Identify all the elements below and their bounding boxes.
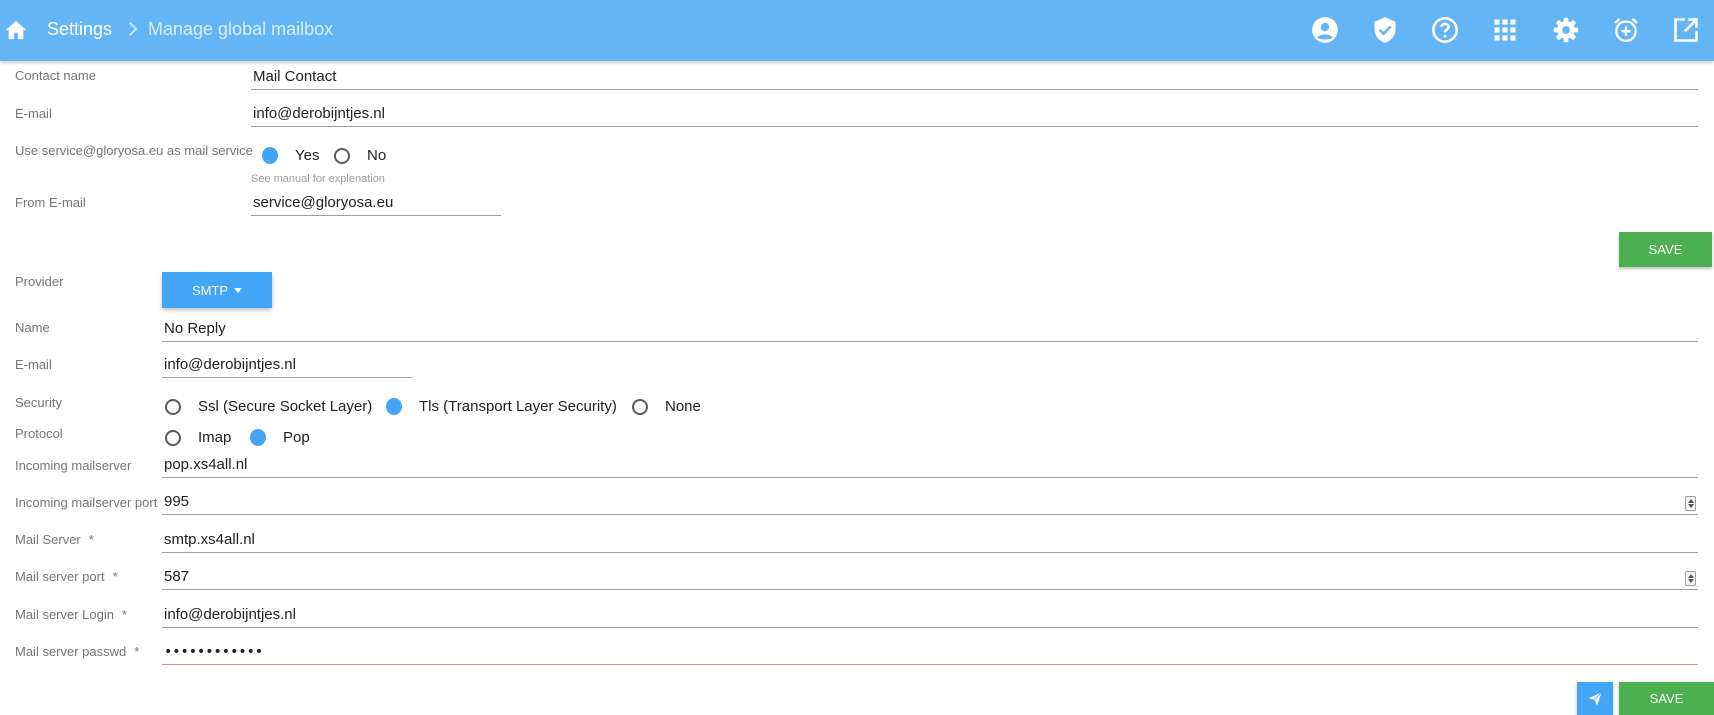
incoming-server-field[interactable] — [162, 452, 1698, 478]
stepper-down-icon[interactable] — [1688, 504, 1694, 508]
account-circle-icon[interactable] — [1311, 16, 1339, 44]
use-service-yes-radio[interactable]: Yes — [262, 147, 319, 164]
login-label: Mail server Login * — [15, 607, 127, 622]
top-app-bar: Settings Manage global mailbox — [0, 0, 1714, 61]
save-contact-button[interactable]: SAVE — [1619, 232, 1712, 267]
contact-name-input[interactable] — [251, 64, 1698, 89]
stepper-up-icon[interactable] — [1688, 574, 1694, 578]
incoming-port-field[interactable] — [162, 489, 1698, 515]
radio-selected-icon — [386, 398, 402, 415]
contact-email-input[interactable] — [251, 101, 1698, 126]
stepper-down-icon[interactable] — [1688, 579, 1694, 583]
security-tls-radio[interactable]: Tls (Transport Layer Security) — [386, 398, 617, 415]
alarm-add-icon[interactable] — [1612, 16, 1640, 44]
security-label: Security — [15, 395, 62, 410]
stepper-up-icon[interactable] — [1688, 499, 1694, 503]
from-email-field[interactable] — [251, 190, 501, 216]
mail-port-input[interactable] — [162, 564, 1698, 589]
incoming-port-input[interactable] — [162, 489, 1698, 514]
provider-name-input[interactable] — [162, 316, 1698, 341]
password-input[interactable] — [162, 639, 1698, 664]
login-label-text: Mail server Login — [15, 607, 114, 622]
provider-email-field[interactable] — [162, 352, 412, 378]
login-input[interactable] — [162, 602, 1698, 627]
home-icon[interactable] — [5, 20, 27, 40]
security-tls-label: Tls (Transport Layer Security) — [419, 398, 617, 415]
mail-server-field[interactable] — [162, 527, 1698, 553]
contact-name-label: Contact name — [15, 68, 96, 83]
password-field[interactable] — [162, 639, 1698, 665]
radio-selected-icon — [250, 429, 266, 446]
incoming-port-label: Incoming mailserver port — [15, 495, 158, 510]
radio-unselected-icon — [165, 398, 181, 415]
password-label: Mail server passwd * — [15, 644, 139, 659]
protocol-imap-label: Imap — [198, 429, 232, 446]
send-test-mail-button[interactable] — [1577, 682, 1613, 715]
mail-port-field[interactable] — [162, 564, 1698, 590]
settings-gear-icon[interactable] — [1552, 16, 1580, 44]
use-service-label: Use service@gloryosa.eu as mail service — [15, 143, 253, 158]
use-service-no-radio[interactable]: No — [334, 147, 386, 164]
provider-dropdown-button[interactable]: SMTP — [162, 272, 272, 308]
mail-port-stepper[interactable] — [1685, 571, 1696, 586]
use-service-yes-label: Yes — [295, 147, 320, 164]
security-ssl-label: Ssl (Secure Socket Layer) — [198, 398, 373, 415]
protocol-pop-radio[interactable]: Pop — [250, 429, 310, 446]
contact-email-label: E-mail — [15, 106, 52, 121]
mail-port-label-text: Mail server port — [15, 569, 105, 584]
contact-email-field[interactable] — [251, 101, 1698, 127]
breadcrumb-settings[interactable]: Settings — [47, 19, 112, 40]
protocol-pop-label: Pop — [283, 429, 310, 446]
provider-value: SMTP — [191, 282, 229, 298]
required-mark: * — [122, 607, 128, 622]
provider-email-label: E-mail — [15, 357, 52, 372]
required-mark: * — [88, 532, 94, 547]
protocol-label: Protocol — [15, 426, 63, 441]
login-field[interactable] — [162, 602, 1698, 628]
apps-grid-icon[interactable] — [1491, 16, 1519, 44]
required-mark: * — [134, 644, 140, 659]
verified-shield-icon[interactable] — [1371, 16, 1399, 44]
incoming-server-input[interactable] — [162, 452, 1698, 477]
send-icon — [1588, 691, 1602, 706]
provider-email-input[interactable] — [162, 352, 412, 377]
save-provider-button[interactable]: SAVE — [1619, 682, 1714, 715]
radio-unselected-icon — [632, 398, 648, 415]
mail-server-input[interactable] — [162, 527, 1698, 552]
help-circle-icon[interactable] — [1431, 16, 1459, 44]
incoming-server-label: Incoming mailserver — [15, 458, 132, 473]
password-label-text: Mail server passwd — [15, 644, 127, 659]
required-mark: * — [112, 569, 118, 584]
security-none-label: None — [665, 398, 701, 415]
chevron-right-icon — [129, 22, 138, 36]
radio-unselected-icon — [165, 429, 181, 446]
use-service-no-label: No — [367, 147, 387, 164]
radio-selected-icon — [262, 147, 278, 164]
from-email-label: From E-mail — [15, 195, 86, 210]
protocol-imap-radio[interactable]: Imap — [165, 429, 231, 446]
caret-down-icon — [234, 287, 243, 293]
provider-name-label: Name — [15, 320, 50, 335]
radio-unselected-icon — [334, 147, 350, 164]
provider-label: Provider — [15, 274, 64, 289]
from-email-input[interactable] — [251, 190, 501, 215]
provider-name-field[interactable] — [162, 316, 1698, 342]
manual-hint: See manual for explenation — [251, 173, 385, 185]
mail-server-label-text: Mail Server — [15, 532, 81, 547]
contact-name-field[interactable] — [251, 64, 1698, 90]
mail-port-label: Mail server port * — [15, 569, 118, 584]
open-in-new-icon[interactable] — [1672, 16, 1700, 44]
security-none-radio[interactable]: None — [632, 398, 701, 415]
page-title: Manage global mailbox — [148, 19, 334, 39]
security-ssl-radio[interactable]: Ssl (Secure Socket Layer) — [165, 398, 372, 415]
incoming-port-stepper[interactable] — [1685, 496, 1696, 511]
mail-server-label: Mail Server * — [15, 532, 94, 547]
